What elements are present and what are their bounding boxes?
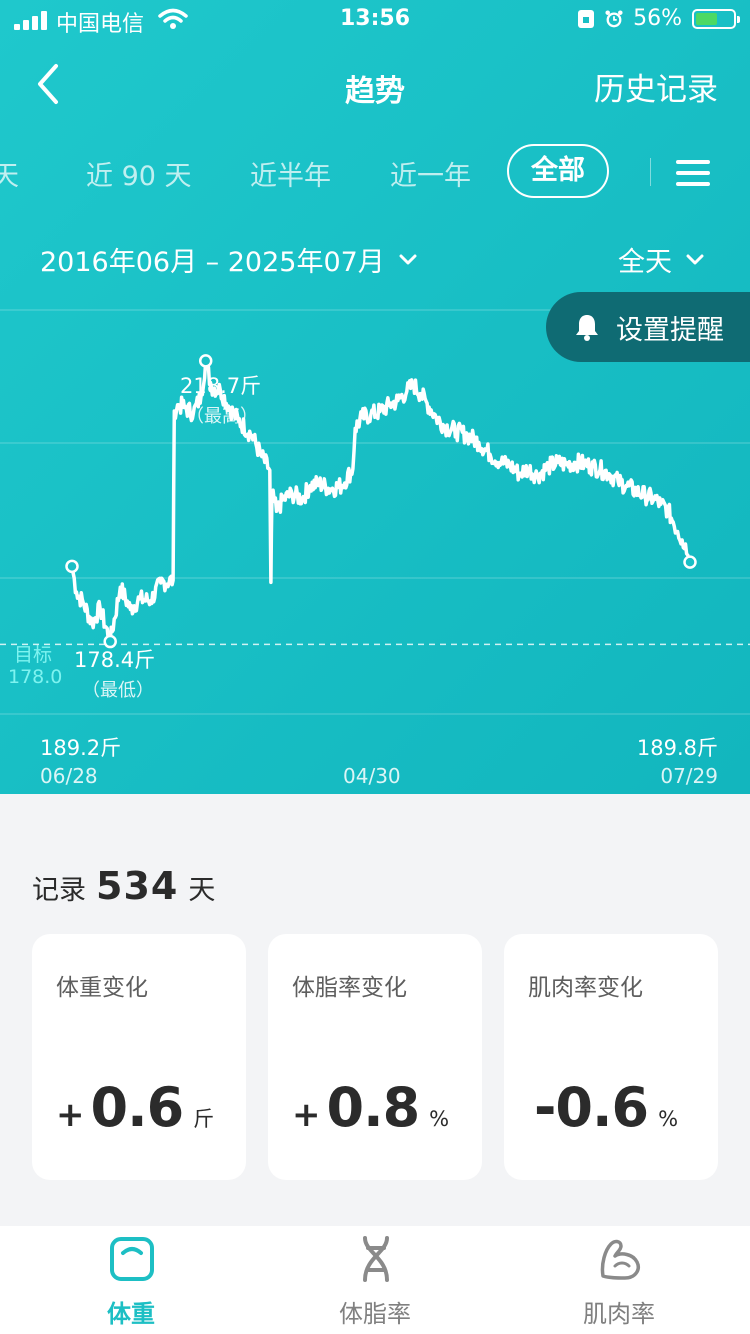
bell-icon [576,315,598,341]
muscle-icon [600,1239,640,1280]
max-value-label: 218.7斤 [180,374,262,398]
card-unit: 斤 [193,1107,215,1131]
card-unit: % [658,1107,679,1131]
card-value: 0.6 [90,1076,185,1139]
reminder-label: 设置提醒 [616,314,724,346]
card-value: -0.6 [534,1076,649,1139]
weight-series-line [70,359,692,646]
card-value: 0.8 [326,1076,421,1139]
record-suffix: 天 [188,875,216,906]
muscle-change-card[interactable]: 肌肉率变化 -0.6 % [504,934,718,1180]
x-axis-label-start: 06/28 [40,764,98,788]
record-days-count: 534 [96,864,179,908]
max-point [198,354,213,368]
max-note-label: （最高） [186,406,258,427]
card-label: 体重变化 [56,975,148,1001]
card-unit: % [429,1107,450,1131]
bottom-tab-bar: 体重 体脂率 肌肉率 [0,1226,750,1334]
weight-trend-chart [0,309,750,715]
min-value-label: 178.4斤 [74,648,156,672]
x-axis-label-mid: 04/30 [343,764,401,788]
target-label: 目标 [14,644,53,666]
scale-icon [110,1237,154,1281]
nav-tab-body-fat[interactable]: 体脂率 [250,1226,500,1334]
nav-tab-muscle[interactable]: 肌肉率 [494,1226,744,1334]
card-label: 体脂率变化 [292,975,407,1001]
nav-label: 肌肉率 [583,1300,655,1328]
x-axis-label-end: 07/29 [660,764,718,788]
end-value-label: 189.8斤 [636,736,718,760]
start-value-label: 189.2斤 [40,736,122,760]
target-value: 178.0 [8,666,63,688]
nav-label: 体脂率 [339,1300,411,1328]
weight-change-card[interactable]: 体重变化 + 0.6 斤 [32,934,246,1180]
end-point [683,555,697,569]
record-days: 记录 534 天 [32,864,215,908]
card-sign: + [292,1095,321,1135]
nav-tab-weight[interactable]: 体重 [6,1226,256,1334]
nav-label: 体重 [107,1300,155,1328]
record-prefix: 记录 [32,875,86,906]
summary-section: 记录 534 天 体重变化 + 0.6 斤 体脂率变化 + 0.8 % 肌肉率变… [0,794,750,1226]
min-note-label: （最低） [82,680,154,701]
start-point [65,559,79,574]
body-fat-change-card[interactable]: 体脂率变化 + 0.8 % [268,934,482,1180]
card-label: 肌肉率变化 [528,975,643,1001]
trend-header-area: 中国电信 13:56 56% 趋势 历史记录 天 近 90 天 近半年 近一年 … [0,0,750,794]
set-reminder-button[interactable]: 设置提醒 [546,292,750,362]
card-sign: + [56,1095,85,1135]
dna-icon [363,1236,389,1282]
